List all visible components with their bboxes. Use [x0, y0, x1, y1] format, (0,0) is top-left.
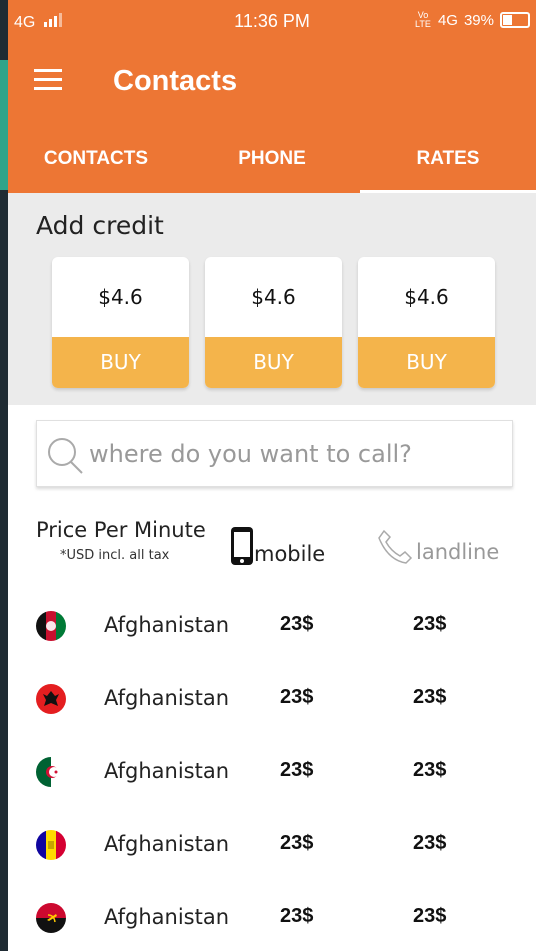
landline-price: 23$ [413, 686, 447, 708]
search-icon [48, 438, 83, 474]
landline-column-header: landline [376, 528, 499, 564]
mobile-price: 23$ [280, 613, 314, 635]
volte-icon: Vo LTE [415, 10, 431, 29]
background-decoration [0, 60, 8, 190]
buy-button[interactable]: BUY [52, 337, 189, 388]
credit-card: $4.6 BUY [205, 257, 342, 388]
albania-flag-icon [36, 684, 66, 714]
tab-phone[interactable]: PHONE [184, 140, 360, 193]
buy-button[interactable]: BUY [205, 337, 342, 388]
mobile-column-header: mobile [230, 526, 325, 566]
mobile-price: 23$ [280, 759, 314, 781]
rate-row[interactable]: Afghanistan 23$ 23$ [8, 674, 536, 724]
algeria-flag-icon [36, 757, 66, 787]
rate-row[interactable]: Afghanistan 23$ 23$ [8, 820, 536, 870]
country-name: Afghanistan [104, 759, 230, 783]
mobile-price: 23$ [280, 832, 314, 854]
network-type-right: 4G [437, 11, 458, 29]
buy-button[interactable]: BUY [358, 337, 495, 388]
andorra-flag-icon [36, 830, 66, 860]
country-name: Afghanistan [104, 832, 230, 856]
afghanistan-flag-icon [36, 611, 66, 641]
landline-price: 23$ [413, 905, 447, 927]
landline-price: 23$ [413, 759, 447, 781]
price-per-minute-title: Price Per Minute [36, 518, 206, 542]
price-note: *USD incl. all tax [60, 548, 170, 563]
status-bar: 4G 11:36 PM Vo LTE 4G 39% [8, 0, 536, 45]
angola-flag-icon [36, 903, 66, 933]
country-name: Afghanistan [104, 613, 230, 637]
landline-label: landline [416, 540, 500, 564]
rate-row[interactable]: Afghanistan 23$ 23$ [8, 893, 536, 943]
add-credit-section: Add credit $4.6 BUY $4.6 BUY $4.6 BUY [8, 193, 536, 405]
credit-price: $4.6 [404, 285, 449, 309]
battery-percent: 39% [463, 11, 494, 29]
status-right: Vo LTE 4G 39% [414, 11, 530, 29]
country-name: Afghanistan [104, 905, 230, 929]
credit-card: $4.6 BUY [52, 257, 189, 388]
landline-price: 23$ [413, 832, 447, 854]
landline-price: 23$ [413, 613, 447, 635]
mobile-price: 23$ [280, 905, 314, 927]
app-screen: 4G 11:36 PM Vo LTE 4G 39% Contacts CONTA… [8, 0, 536, 951]
mobile-price: 23$ [280, 686, 314, 708]
top-bar: 4G 11:36 PM Vo LTE 4G 39% Contacts CONTA… [8, 0, 536, 193]
rate-row[interactable]: Afghanistan 23$ 23$ [8, 747, 536, 797]
landline-phone-icon [378, 529, 413, 564]
tab-bar: CONTACTS PHONE RATES [8, 140, 536, 193]
mobile-phone-icon [231, 527, 253, 565]
app-bar: Contacts [8, 55, 536, 110]
menu-icon[interactable] [34, 69, 62, 91]
mobile-label: mobile [254, 542, 326, 566]
add-credit-title: Add credit [36, 211, 164, 240]
tab-rates[interactable]: RATES [360, 140, 536, 193]
page-title: Contacts [113, 65, 238, 97]
credit-price: $4.6 [251, 285, 296, 309]
battery-icon [500, 12, 530, 28]
credit-card: $4.6 BUY [358, 257, 495, 388]
search-input[interactable] [87, 433, 501, 475]
search-box [36, 420, 513, 487]
credit-price: $4.6 [98, 285, 143, 309]
tab-contacts[interactable]: CONTACTS [8, 140, 184, 193]
rate-row[interactable]: Afghanistan 23$ 23$ [8, 601, 536, 651]
country-name: Afghanistan [104, 686, 230, 710]
